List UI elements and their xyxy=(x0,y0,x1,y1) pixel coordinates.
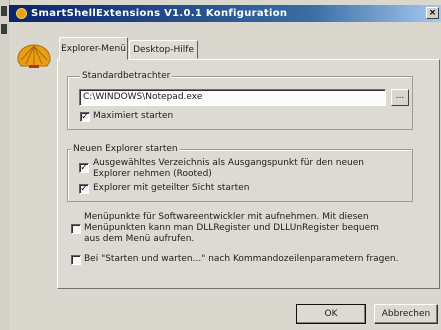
ok-button[interactable]: OK xyxy=(296,304,366,324)
tab-desktop-help[interactable]: Desktop-Hilfe xyxy=(129,40,198,59)
shell-app-icon xyxy=(16,8,27,19)
rooted-checkbox[interactable]: ✓ xyxy=(79,163,89,173)
browse-button[interactable]: ... xyxy=(391,89,409,106)
title-bar[interactable]: SmartShellExtensions V1.0.1 Konfiguratio… xyxy=(9,5,441,22)
ask-params-checkbox[interactable] xyxy=(71,255,81,265)
group-default-viewer-label: Standardbetrachter xyxy=(80,71,173,81)
maximize-label: Maximiert starten xyxy=(93,111,174,121)
shell-logo-icon xyxy=(17,44,51,68)
ask-params-label: Bei "Starten und warten..." nach Kommand… xyxy=(84,254,399,264)
split-view-label: Explorer mit geteilter Sicht starten xyxy=(93,183,250,193)
close-button[interactable]: × xyxy=(426,7,439,19)
split-view-checkbox[interactable]: ✓ xyxy=(79,184,89,194)
viewer-path-field[interactable]: C:\WINDOWS\Notepad.exe xyxy=(79,89,386,106)
window-title: SmartShellExtensions V1.0.1 Konfiguratio… xyxy=(31,8,288,19)
maximize-checkbox[interactable]: ✓ xyxy=(80,112,90,122)
developer-menu-label: Menüpunkte für Softwareentwickler mit au… xyxy=(84,212,379,244)
tab-explorer-menu[interactable]: Explorer-Menü xyxy=(59,37,128,60)
background-window-edge xyxy=(1,24,7,34)
rooted-label: Ausgewähltes Verzeichnis als Ausgangspun… xyxy=(93,158,364,179)
developer-menu-checkbox[interactable] xyxy=(71,224,81,234)
group-new-explorer-label: Neuen Explorer starten xyxy=(71,144,180,154)
background-window-edge xyxy=(1,6,7,16)
cancel-button[interactable]: Abbrechen xyxy=(374,304,438,324)
